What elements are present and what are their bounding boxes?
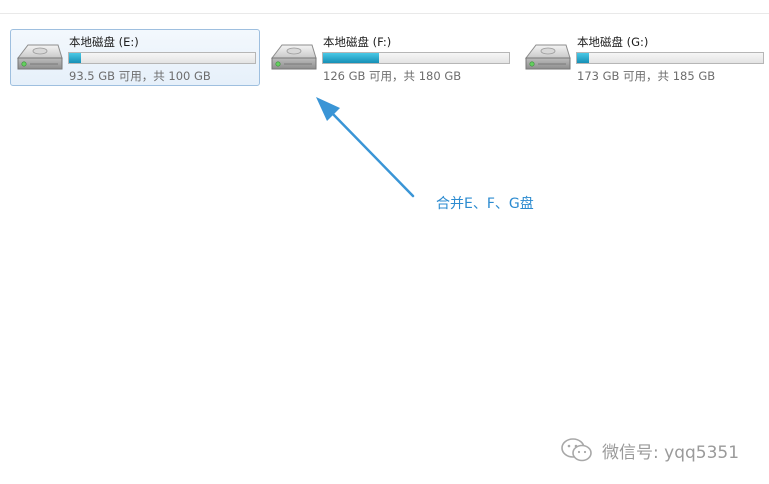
annotation-text: 合并E、F、G盘	[436, 196, 534, 212]
wechat-icon	[561, 438, 592, 462]
wechat-watermark: 微信号: yqq5351	[560, 437, 739, 463]
watermark-text: 微信号: yqq5351	[602, 442, 740, 463]
annotation-arrow	[316, 97, 415, 198]
